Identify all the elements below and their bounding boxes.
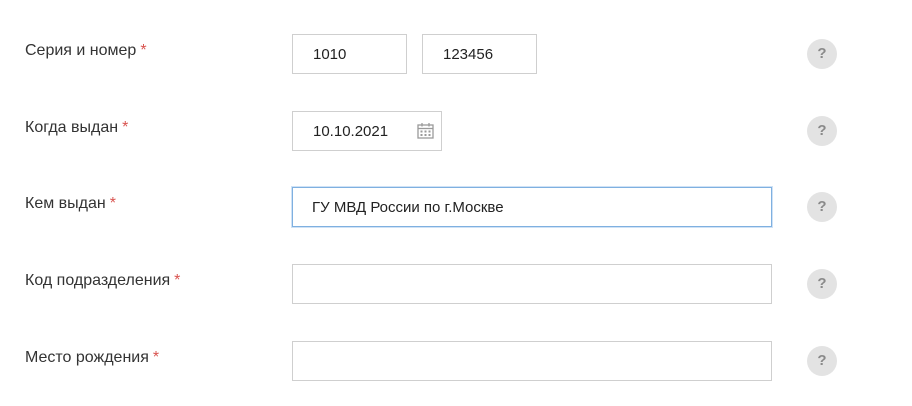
- series-number-row: Серия и номер* ?: [0, 34, 912, 74]
- birth-place-row: Место рождения * ?: [0, 341, 912, 381]
- help-button-issue-date[interactable]: ?: [807, 116, 837, 146]
- series-number-label-text: Серия и номер: [25, 42, 137, 59]
- required-mark: *: [174, 272, 181, 289]
- question-icon: ?: [817, 45, 827, 62]
- birth-place-label: Место рождения *: [25, 349, 159, 367]
- birth-place-input[interactable]: [292, 341, 772, 381]
- department-code-row: Код подразделения * ?: [0, 264, 912, 304]
- required-mark: *: [152, 349, 160, 366]
- issue-date-label: Когда выдан *: [25, 119, 128, 137]
- issue-date-label-text: Когда выдан: [25, 119, 119, 136]
- calendar-icon[interactable]: [417, 122, 434, 139]
- passport-series-input[interactable]: [292, 34, 407, 74]
- required-mark: *: [109, 195, 116, 212]
- required-mark: *: [122, 119, 129, 136]
- issue-date-row: Когда выдан* ?: [0, 111, 912, 151]
- passport-number-input[interactable]: [422, 34, 537, 74]
- issued-by-input[interactable]: [292, 187, 772, 227]
- series-number-label: Серия и номер *: [25, 42, 147, 60]
- help-button-birth-place[interactable]: ?: [807, 346, 837, 376]
- birth-place-label-text: Место рождения: [25, 349, 149, 366]
- department-code-label: Код подразделения *: [25, 272, 180, 290]
- help-button-series-number[interactable]: ?: [807, 39, 837, 69]
- question-icon: ?: [817, 198, 827, 215]
- help-button-department-code[interactable]: ?: [807, 269, 837, 299]
- department-code-input[interactable]: [292, 264, 772, 304]
- help-button-issued-by[interactable]: ?: [807, 192, 837, 222]
- issued-by-row: Кем выдан* ?: [0, 187, 912, 227]
- issued-by-label-text: Кем выдан: [25, 195, 106, 212]
- question-icon: ?: [817, 122, 827, 139]
- issued-by-label: Кем выдан *: [25, 195, 116, 213]
- question-icon: ?: [817, 275, 827, 292]
- department-code-label-text: Код подразделения: [25, 272, 171, 289]
- passport-form: Серия и номер* ? Когда выдан* ?: [0, 0, 912, 406]
- required-mark: *: [140, 42, 147, 59]
- question-icon: ?: [817, 352, 827, 369]
